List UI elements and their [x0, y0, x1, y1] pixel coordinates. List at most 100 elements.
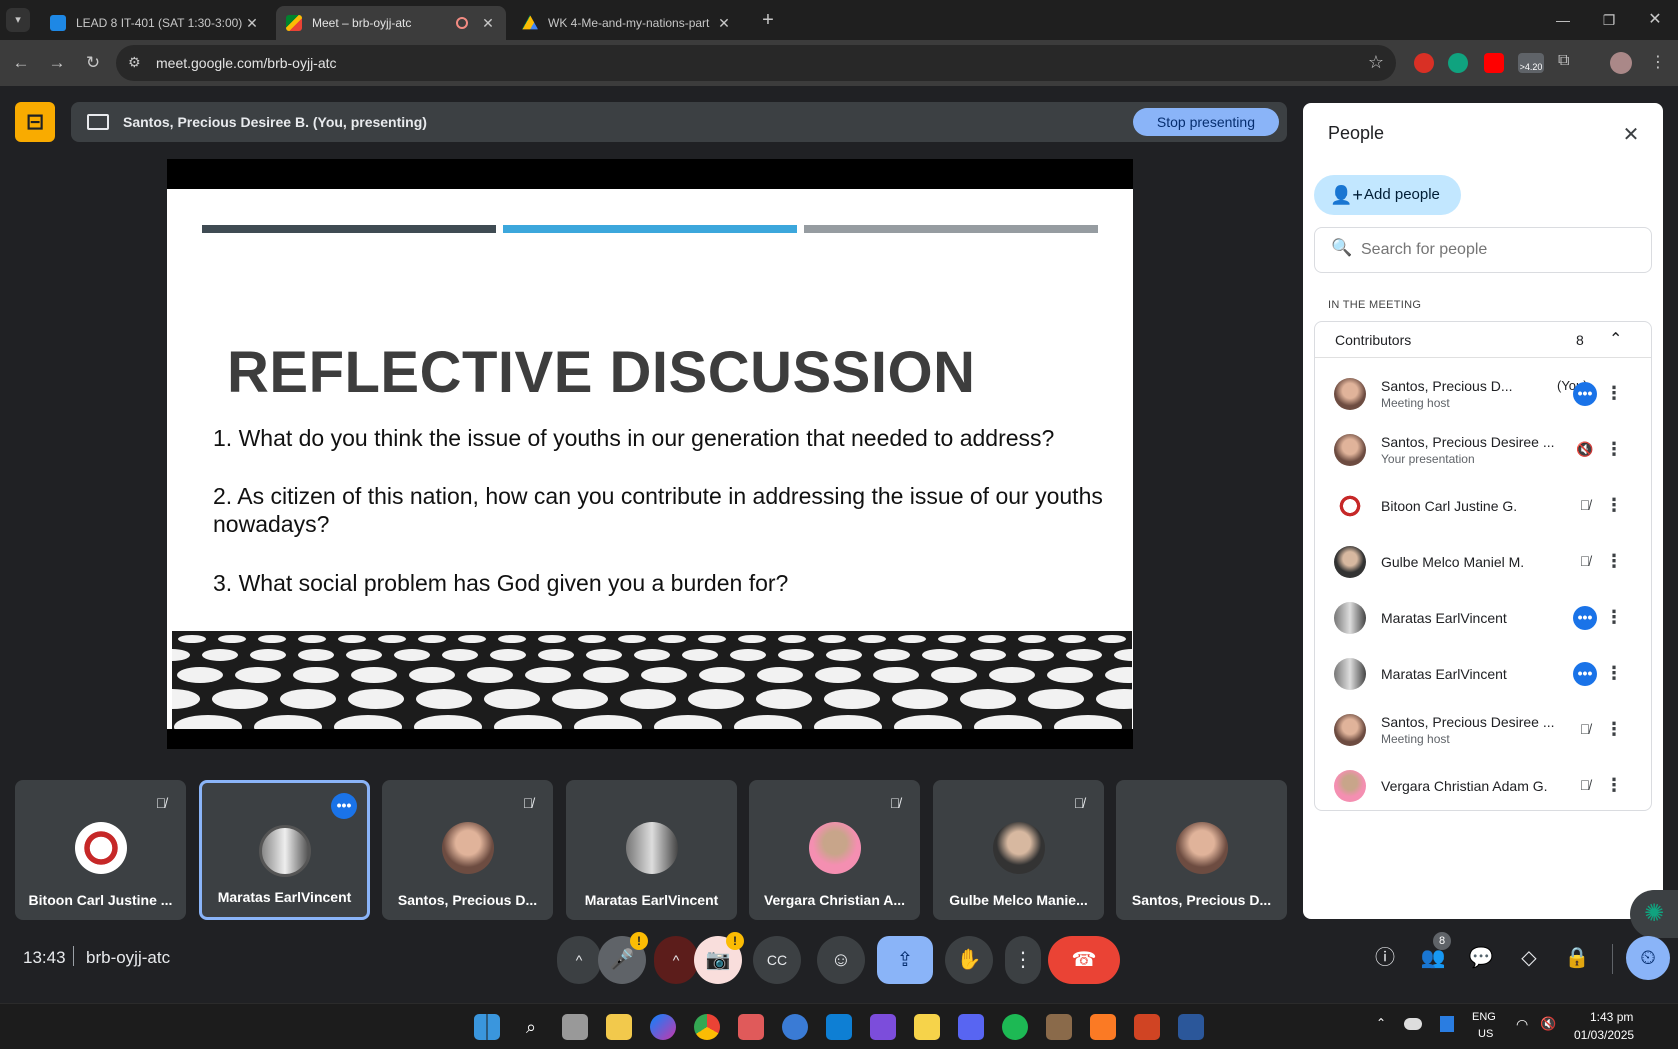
file-explorer-icon[interactable] [606, 1014, 632, 1040]
participant-row[interactable]: Bitoon Carl Justine G. 🎙̸ ⋮ [1315, 478, 1651, 534]
search-people-field[interactable]: 🔍 [1314, 227, 1652, 273]
participant-row[interactable]: Maratas EarlVincent ••• ⋮ [1315, 646, 1651, 702]
participant-tile[interactable]: ••• Maratas EarlVincent [199, 780, 370, 920]
audio-options-button[interactable]: ^ [557, 936, 601, 984]
stop-presenting-button[interactable]: Stop presenting [1132, 108, 1279, 136]
restore-button[interactable]: ❐ [1594, 8, 1624, 32]
language-label[interactable]: ENG [1472, 1011, 1496, 1023]
tab-meet[interactable]: Meet – brb-oyjj-atc ✕ [276, 6, 506, 40]
volume-off-icon: 🔇 [1576, 441, 1594, 457]
defender-icon[interactable] [1440, 1016, 1454, 1032]
add-people-button[interactable]: 👤+ Add people [1314, 175, 1461, 215]
close-window-button[interactable]: ✕ [1640, 8, 1670, 32]
more-options-icon[interactable]: ⋮ [1605, 718, 1623, 742]
participant-row[interactable]: Santos, Precious Desiree ... Meeting hos… [1315, 702, 1651, 758]
reload-icon[interactable]: ↻ [80, 50, 106, 76]
task-view-icon[interactable] [562, 1014, 588, 1040]
timer-icon[interactable]: ⏲ [1626, 936, 1670, 980]
extension-badge-icon[interactable]: >4.20 [1518, 53, 1544, 73]
more-options-button[interactable]: ⋮ [1005, 936, 1041, 984]
participant-tile[interactable]: 🎙̸ Gulbe Melco Manie... [933, 780, 1104, 920]
participant-row[interactable]: Vergara Christian Adam G. 🎙̸ ⋮ [1315, 758, 1651, 814]
participant-tile[interactable]: 🎙̸ Bitoon Carl Justine ... [15, 780, 186, 920]
xampp-icon[interactable] [1090, 1014, 1116, 1040]
back-icon[interactable]: ← [8, 50, 34, 76]
browser-menu-icon[interactable]: ⋮ [1650, 52, 1666, 72]
panel-title: People [1328, 123, 1385, 143]
participant-tile[interactable]: 🎙̸ Santos, Precious D... [382, 780, 553, 920]
extension-s-icon[interactable] [1414, 53, 1434, 73]
more-options-icon[interactable]: ⋮ [1605, 774, 1623, 798]
start-icon[interactable] [474, 1014, 500, 1040]
participant-tile[interactable]: Santos, Precious D... [1116, 780, 1287, 920]
mic-off-icon: 🎙̸ [1073, 795, 1085, 811]
tab-classroom[interactable]: LEAD 8 IT-401 (SAT 1:30-3:00) ✕ [40, 6, 270, 40]
chat-icon[interactable]: 💬 [1461, 938, 1501, 978]
youtube-extension-icon[interactable] [1484, 53, 1504, 73]
extensions-puzzle-icon[interactable]: ⧉ [1558, 52, 1569, 70]
present-button[interactable]: ⇪ [877, 936, 933, 984]
tab-drive[interactable]: WK 4-Me-and-my-nations-part ✕ [512, 6, 742, 40]
slide-question: 1. What do you think the issue of youths… [213, 425, 1055, 451]
snipping-tool-icon[interactable] [738, 1014, 764, 1040]
clock-date[interactable]: 01/03/2025 [1574, 1028, 1634, 1042]
participant-row[interactable]: Santos, Precious Desiree ... Your presen… [1315, 422, 1651, 478]
search-icon[interactable]: ⌕ [518, 1014, 544, 1040]
new-tab-button[interactable]: + [756, 8, 780, 32]
activities-icon[interactable]: ◇ [1509, 938, 1549, 978]
chatgpt-extension-icon[interactable] [1448, 53, 1468, 73]
wifi-icon[interactable]: ◠ [1516, 1016, 1528, 1033]
sticky-notes-icon[interactable] [914, 1014, 940, 1040]
minimize-button[interactable]: — [1548, 8, 1578, 32]
volume-muted-icon[interactable]: 🔇 [1540, 1016, 1556, 1032]
meeting-info-icon[interactable]: ⓘ [1365, 938, 1405, 978]
participant-row[interactable]: Maratas EarlVincent ••• ⋮ [1315, 590, 1651, 646]
meet-icon [286, 15, 302, 31]
more-options-icon[interactable]: ⋮ [1605, 662, 1623, 686]
slide-disc-pattern-image [172, 631, 1132, 729]
close-tab-icon[interactable]: ✕ [244, 15, 260, 32]
messenger-icon[interactable] [650, 1014, 676, 1040]
word-icon[interactable] [1178, 1014, 1204, 1040]
site-info-icon[interactable]: ⚙ [128, 54, 141, 71]
more-options-icon[interactable]: ⋮ [1605, 382, 1623, 406]
contributors-header[interactable]: Contributors 8 ⌃ [1315, 322, 1651, 358]
clock-time[interactable]: 1:43 pm [1590, 1010, 1633, 1024]
close-tab-icon[interactable]: ✕ [480, 15, 496, 32]
forward-icon[interactable]: → [44, 50, 70, 76]
more-options-icon[interactable]: ••• [331, 793, 357, 819]
people-panel: People ✕ 👤+ Add people 🔍 IN THE MEETING … [1303, 103, 1663, 919]
bookmark-star-icon[interactable]: ☆ [1368, 52, 1384, 73]
more-options-icon[interactable]: ⋮ [1605, 550, 1623, 574]
spotify-icon[interactable] [1002, 1014, 1028, 1040]
close-tab-icon[interactable]: ✕ [716, 15, 732, 32]
discord-icon[interactable] [958, 1014, 984, 1040]
participant-row[interactable]: Gulbe Melco Maniel M. 🎙̸ ⋮ [1315, 534, 1651, 590]
powerpoint-icon[interactable] [1134, 1014, 1160, 1040]
tab-search-button[interactable]: ▾ [6, 8, 30, 32]
obsidian-icon[interactable] [870, 1014, 896, 1040]
onedrive-icon[interactable] [1404, 1018, 1422, 1030]
more-options-icon[interactable]: ⋮ [1605, 438, 1623, 462]
leave-call-button[interactable]: ☎ [1048, 936, 1120, 984]
chevron-up-icon[interactable]: ⌃ [1609, 329, 1622, 349]
more-options-icon[interactable]: ⋮ [1605, 494, 1623, 518]
app-icon[interactable] [1046, 1014, 1072, 1040]
captions-button[interactable]: CC [753, 936, 801, 984]
participant-tile[interactable]: Maratas EarlVincent [566, 780, 737, 920]
address-bar[interactable]: ⚙ meet.google.com/brb-oyjj-atc ☆ [116, 45, 1396, 81]
vscode-icon[interactable] [826, 1014, 852, 1040]
host-controls-icon[interactable]: 🔒 [1557, 938, 1597, 978]
tray-overflow-icon[interactable]: ⌃ [1376, 1016, 1386, 1030]
participant-row[interactable]: Santos, Precious D... (You) Meeting host… [1315, 366, 1651, 422]
raise-hand-button[interactable]: ✋ [945, 936, 993, 984]
video-options-button[interactable]: ^ [654, 936, 698, 984]
search-input[interactable] [1361, 238, 1641, 262]
chrome-icon[interactable] [694, 1014, 720, 1040]
app-store-icon[interactable] [782, 1014, 808, 1040]
participant-tile[interactable]: 🎙̸ Vergara Christian A... [749, 780, 920, 920]
profile-avatar[interactable] [1610, 52, 1632, 74]
more-options-icon[interactable]: ⋮ [1605, 606, 1623, 630]
emoji-reactions-button[interactable]: ☺ [817, 936, 865, 984]
close-icon[interactable]: ✕ [1617, 121, 1645, 149]
